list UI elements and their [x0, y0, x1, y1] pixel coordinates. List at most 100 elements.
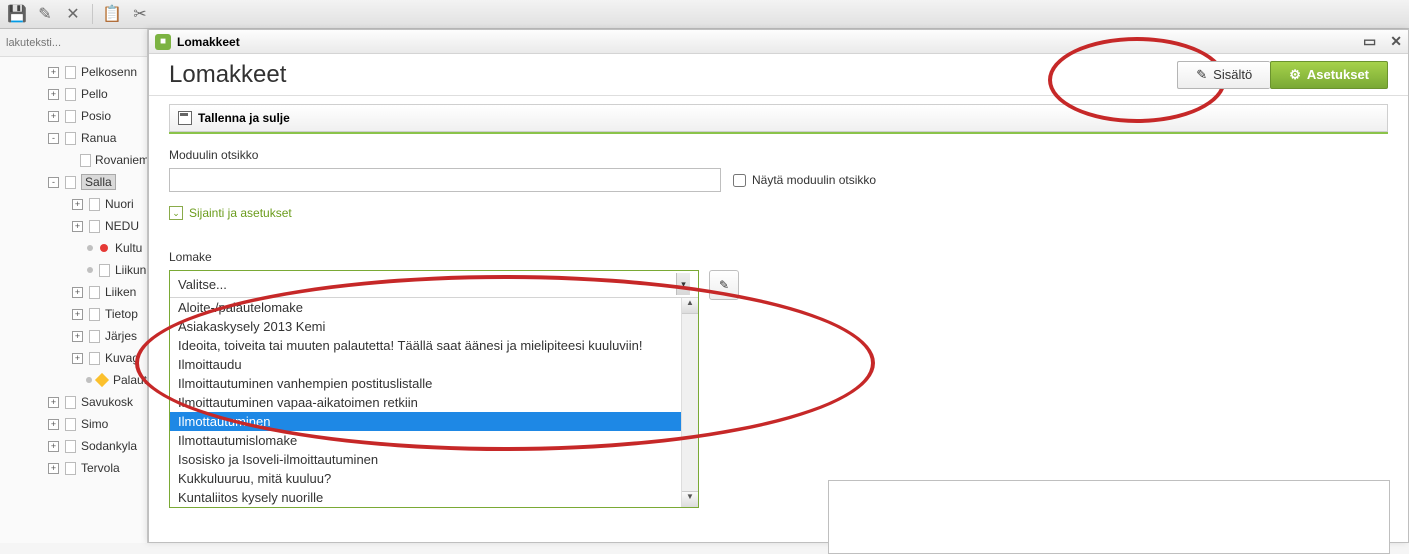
location-settings-toggle[interactable]: ⌄ Sijainti ja asetukset — [169, 206, 1388, 220]
select-options: Aloite-/palautelomakeAsiakaskysely 2013 … — [170, 297, 698, 507]
tree-node[interactable]: +Tietop — [0, 303, 147, 325]
expand-icon[interactable]: + — [72, 331, 83, 342]
select-option[interactable]: Asiakaskysely 2013 Kemi — [170, 317, 698, 336]
expand-icon[interactable]: - — [48, 133, 59, 144]
warning-icon — [96, 373, 109, 387]
tree-node-label: Pello — [81, 87, 108, 101]
select-option[interactable]: Ilmottautuminen — [170, 412, 698, 431]
close-icon[interactable]: ✕ — [62, 3, 84, 25]
location-settings-label: Sijainti ja asetukset — [189, 206, 292, 220]
bullet-icon — [87, 267, 93, 273]
checkbox-input[interactable] — [733, 174, 746, 187]
scroll-down-icon[interactable]: ▼ — [682, 491, 698, 507]
tree-node[interactable]: +Savukosk — [0, 391, 147, 413]
select-option[interactable]: Ilmoittautuminen vapaa-aikatoimen retkii… — [170, 393, 698, 412]
cut-icon[interactable]: ✂ — [129, 3, 151, 25]
bullet-icon — [86, 377, 92, 383]
dialog-body: Moduulin otsikko Näytä moduulin otsikko … — [149, 134, 1408, 522]
tree-node[interactable]: + Tervola — [0, 457, 147, 479]
sidebar-search[interactable] — [0, 29, 147, 57]
select-option[interactable]: Kuntaliitos kysely nuorille — [170, 488, 698, 507]
tree-node-label: Liiken — [105, 285, 136, 299]
tree-node[interactable]: Rovaniem — [0, 149, 147, 171]
bullet-icon — [87, 245, 93, 251]
disk-icon[interactable]: 💾 — [6, 3, 28, 25]
tab-settings-label: Asetukset — [1307, 67, 1369, 82]
save-and-close-button[interactable]: Tallenna ja sulje — [169, 104, 1388, 132]
select-option[interactable]: Kukkuluuruu, mitä kuuluu? — [170, 469, 698, 488]
module-title-label: Moduulin otsikko — [169, 148, 1388, 162]
tree-node[interactable]: + Järjes — [0, 325, 147, 347]
show-module-title-checkbox[interactable]: Näytä moduulin otsikko — [733, 173, 876, 187]
expand-icon[interactable]: + — [48, 441, 59, 452]
expand-icon[interactable]: + — [48, 89, 59, 100]
expand-icon[interactable]: + — [48, 419, 59, 430]
select-option[interactable]: Ilmoittaudu — [170, 355, 698, 374]
tree-node[interactable]: + Liiken — [0, 281, 147, 303]
expand-icon[interactable]: + — [72, 221, 83, 232]
expand-icon[interactable]: - — [48, 177, 59, 188]
tree-node-label: Palaut — [113, 373, 147, 387]
expand-icon[interactable]: + — [48, 111, 59, 122]
tree-node-label: Järjes — [105, 329, 137, 343]
tree-node[interactable]: Kultu — [0, 237, 147, 259]
save-label: Tallenna ja sulje — [198, 111, 290, 125]
tree-node[interactable]: + Pello — [0, 83, 147, 105]
tree-node[interactable]: +Pelkosenn — [0, 61, 147, 83]
tab-content[interactable]: ✎ Sisältö — [1177, 61, 1270, 89]
tree-node-label: Kultu — [115, 241, 142, 255]
select-option[interactable]: Isosisko ja Isoveli-ilmoittautuminen — [170, 450, 698, 469]
app-toolbar: 💾 ✎ ✕ 📋 ✂ — [0, 0, 1409, 29]
paste-icon[interactable]: 📋 — [101, 3, 123, 25]
expand-icon[interactable]: + — [72, 199, 83, 210]
expand-icon — [72, 243, 83, 254]
expand-icon[interactable]: + — [48, 67, 59, 78]
page-icon — [87, 219, 101, 233]
page-icon — [63, 395, 77, 409]
record-icon — [97, 241, 111, 255]
dialog-titlebar: ■ Lomakkeet ▭ ✕ — [149, 30, 1408, 54]
expand-icon[interactable]: + — [48, 463, 59, 474]
tree-node[interactable]: -Ranua — [0, 127, 147, 149]
expand-icon[interactable]: + — [48, 397, 59, 408]
expand-icon[interactable]: + — [72, 309, 83, 320]
maximize-icon[interactable]: ▭ — [1363, 33, 1376, 50]
pencil-icon[interactable]: ✎ — [34, 3, 56, 25]
tree-node-label: Nuori — [105, 197, 134, 211]
tree-node[interactable]: +NEDU — [0, 215, 147, 237]
close-window-icon[interactable]: ✕ — [1390, 33, 1402, 50]
tree-node[interactable]: Palaut — [0, 369, 147, 391]
expand-icon[interactable]: + — [72, 287, 83, 298]
tree-node[interactable]: +Simo — [0, 413, 147, 435]
expand-icon — [72, 375, 82, 386]
tree-node[interactable]: +Sodankyla — [0, 435, 147, 457]
select-option[interactable]: Ideoita, toiveita tai muuten palautetta!… — [170, 336, 698, 355]
tree-node[interactable]: +Posio — [0, 105, 147, 127]
scroll-up-icon[interactable]: ▲ — [682, 298, 698, 314]
page-icon — [63, 417, 77, 431]
page-icon — [63, 109, 77, 123]
page-icon — [87, 307, 101, 321]
tree-node-label: Rovaniem — [95, 153, 147, 167]
app-logo-icon: ■ — [155, 34, 171, 50]
caret-down-icon[interactable]: ▾ — [676, 273, 690, 295]
tree-node[interactable]: +Kuvag — [0, 347, 147, 369]
edit-lomake-button[interactable]: ✎ — [709, 270, 739, 300]
tree-node[interactable]: -Salla — [0, 171, 147, 193]
select-option[interactable]: Ilmottautumislomake — [170, 431, 698, 450]
lomake-select[interactable]: Valitse... ▾ Aloite-/palautelomakeAsiaka… — [169, 270, 699, 508]
search-input[interactable] — [6, 37, 141, 49]
select-head[interactable]: Valitse... ▾ — [170, 271, 698, 297]
tree-node-label: Tervola — [81, 461, 120, 475]
select-option[interactable]: Aloite-/palautelomake — [170, 298, 698, 317]
chevron-down-icon: ⌄ — [169, 206, 183, 220]
select-option[interactable]: Ilmoittautuminen vanhempien postituslist… — [170, 374, 698, 393]
module-title-input[interactable] — [169, 168, 721, 192]
page-icon — [87, 285, 101, 299]
tree-node[interactable]: + Nuori — [0, 193, 147, 215]
tab-settings[interactable]: ⚙ Asetukset — [1270, 61, 1388, 89]
scrollbar[interactable]: ▲ ▼ — [681, 298, 698, 507]
expand-icon[interactable]: + — [72, 353, 83, 364]
tree-node[interactable]: Liikun — [0, 259, 147, 281]
dialog-title: Lomakkeet — [177, 35, 240, 49]
